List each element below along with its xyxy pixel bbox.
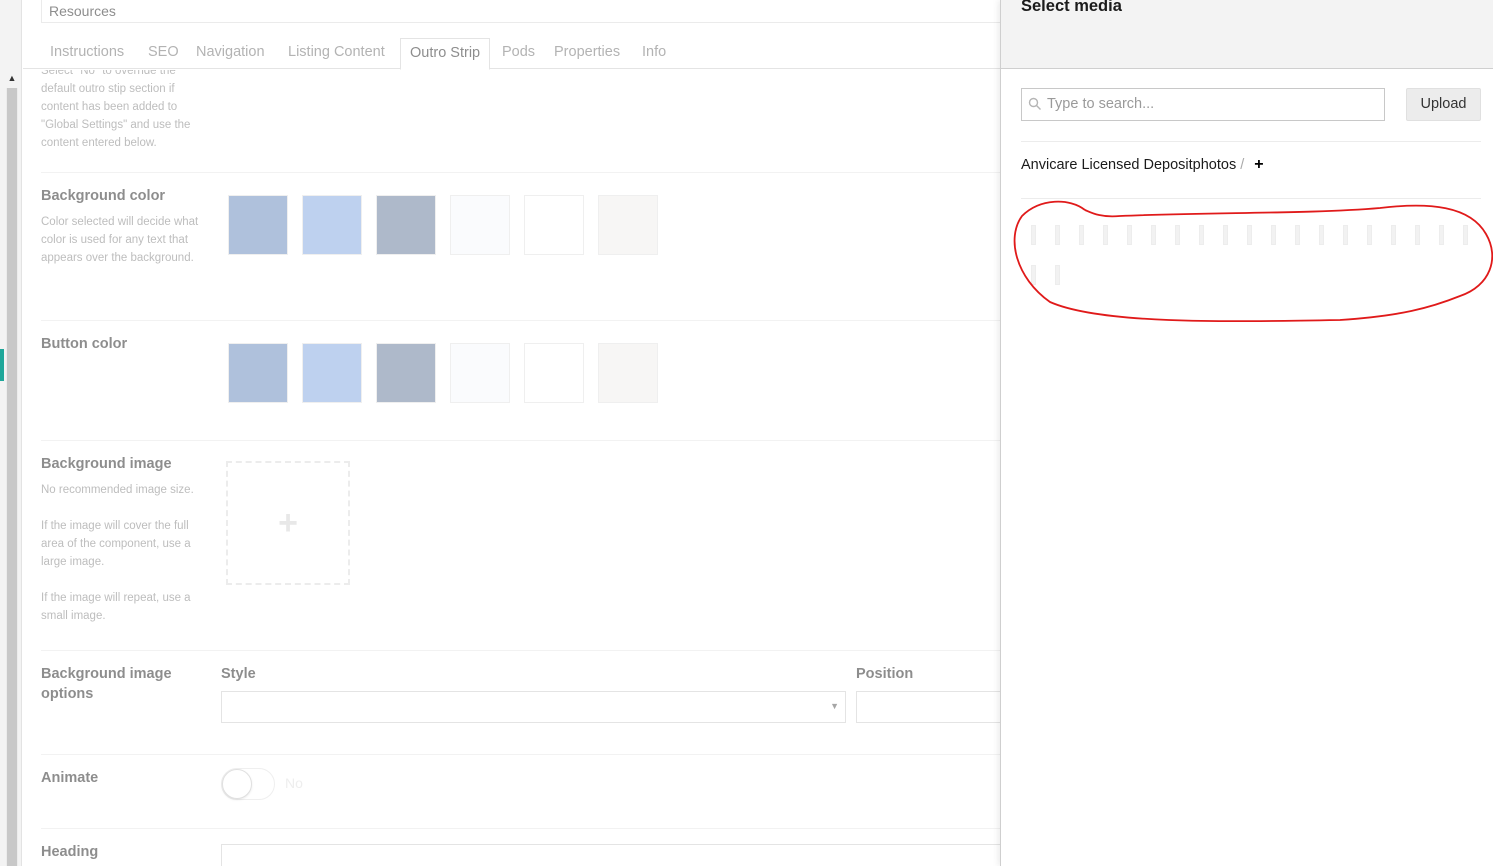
media-item-skeleton [1439, 225, 1444, 245]
background-image-desc-small: If the image will repeat, use a small im… [41, 592, 191, 622]
panel-header: Select media [1001, 0, 1493, 69]
toggle-knob [222, 769, 252, 799]
divider [41, 320, 1023, 321]
divider [41, 650, 1023, 651]
btn-color-swatch-6[interactable] [598, 343, 658, 403]
tab-pods[interactable]: Pods [493, 38, 544, 69]
tab-listing-content[interactable]: Listing Content [279, 38, 394, 69]
plus-icon: + [278, 504, 298, 542]
media-item-skeleton [1151, 225, 1156, 245]
background-image-options-label: Background image options [41, 666, 172, 702]
search-icon [1028, 97, 1041, 110]
content-editor: Resources Instructions SEO Navigation Li… [23, 0, 1031, 866]
tab-content: Select "No" to override the default outr… [23, 70, 1023, 866]
active-indicator [0, 349, 4, 381]
tab-seo[interactable]: SEO [139, 38, 188, 69]
btn-color-swatch-1[interactable] [228, 343, 288, 403]
background-color-label: Background color [41, 188, 166, 204]
media-item-skeleton [1031, 265, 1036, 285]
breadcrumb-folder[interactable]: Anvicare Licensed Depositphotos [1021, 157, 1236, 173]
background-image-desc-large: If the image will cover the full area of… [41, 520, 191, 568]
bg-color-swatch-6[interactable] [598, 195, 658, 255]
media-item-skeleton [1343, 225, 1348, 245]
bg-color-swatch-1[interactable] [228, 195, 288, 255]
tab-navigation[interactable]: Navigation [187, 38, 274, 69]
media-search-input[interactable]: Type to search... [1021, 88, 1385, 121]
bg-color-swatch-4[interactable] [450, 195, 510, 255]
style-label: Style [221, 666, 256, 682]
scrollbar-thumb[interactable] [7, 88, 17, 866]
editor-tabs: Instructions SEO Navigation Listing Cont… [23, 38, 1023, 70]
media-item-skeleton [1247, 225, 1252, 245]
media-item-skeleton [1031, 225, 1036, 245]
btn-color-swatch-5[interactable] [524, 343, 584, 403]
chevron-down-icon: ▼ [830, 701, 839, 711]
bg-color-swatch-5[interactable] [524, 195, 584, 255]
media-item-skeleton [1199, 225, 1204, 245]
divider [1021, 198, 1481, 199]
divider [41, 172, 1023, 173]
media-item-skeleton [1367, 225, 1372, 245]
media-item-skeleton [1271, 225, 1276, 245]
media-breadcrumb: Anvicare Licensed Depositphotos / + [1021, 156, 1264, 174]
breadcrumb-separator: / [1240, 157, 1245, 173]
bg-color-swatch-2[interactable] [302, 195, 362, 255]
media-item-skeleton [1079, 225, 1084, 245]
node-name-field[interactable]: Resources [41, 0, 1031, 23]
divider [41, 440, 1023, 441]
divider [1021, 141, 1481, 142]
bg-color-swatch-3[interactable] [376, 195, 436, 255]
animate-toggle[interactable] [221, 768, 275, 800]
upload-button[interactable]: Upload [1406, 88, 1481, 121]
media-item-skeleton [1055, 265, 1060, 285]
animate-label: Animate [41, 770, 99, 786]
background-image-desc-size: No recommended image size. [41, 484, 194, 496]
override-description: Select "No" to override the default outr… [41, 70, 191, 149]
media-picker-panel: Select media Type to search... Upload An… [1000, 0, 1493, 866]
btn-color-swatch-4[interactable] [450, 343, 510, 403]
media-item-skeleton [1391, 225, 1396, 245]
position-label: Position [856, 666, 914, 682]
btn-color-swatch-3[interactable] [376, 343, 436, 403]
heading-input[interactable] [221, 844, 1023, 866]
tab-info[interactable]: Info [633, 38, 675, 69]
media-item-skeleton [1055, 225, 1060, 245]
divider [41, 828, 1023, 829]
add-image-button[interactable]: + [226, 461, 350, 585]
background-color-description: Color selected will decide what color is… [41, 216, 199, 264]
animate-toggle-text: No [285, 775, 303, 791]
divider [41, 754, 1023, 755]
media-item-skeleton [1175, 225, 1180, 245]
media-item-skeleton [1319, 225, 1324, 245]
media-item-skeleton [1103, 225, 1108, 245]
tab-instructions[interactable]: Instructions [41, 38, 133, 69]
btn-color-swatch-2[interactable] [302, 343, 362, 403]
scroll-up-arrow-icon[interactable]: ▲ [6, 70, 18, 86]
search-placeholder: Type to search... [1047, 96, 1155, 112]
media-item-skeleton [1415, 225, 1420, 245]
heading-label: Heading [41, 844, 99, 860]
tab-outro-strip[interactable]: Outro Strip [400, 38, 491, 70]
add-folder-icon[interactable]: + [1254, 156, 1263, 173]
background-image-label: Background image [41, 456, 172, 472]
media-item-skeleton [1127, 225, 1132, 245]
media-item-skeleton [1295, 225, 1300, 245]
media-item-skeleton [1463, 225, 1468, 245]
tab-properties[interactable]: Properties [545, 38, 629, 69]
button-color-label: Button color [41, 336, 128, 352]
panel-title: Select media [1021, 0, 1122, 15]
media-item-skeleton [1223, 225, 1228, 245]
position-select[interactable] [856, 691, 1023, 723]
style-select[interactable]: ▼ [221, 691, 846, 723]
